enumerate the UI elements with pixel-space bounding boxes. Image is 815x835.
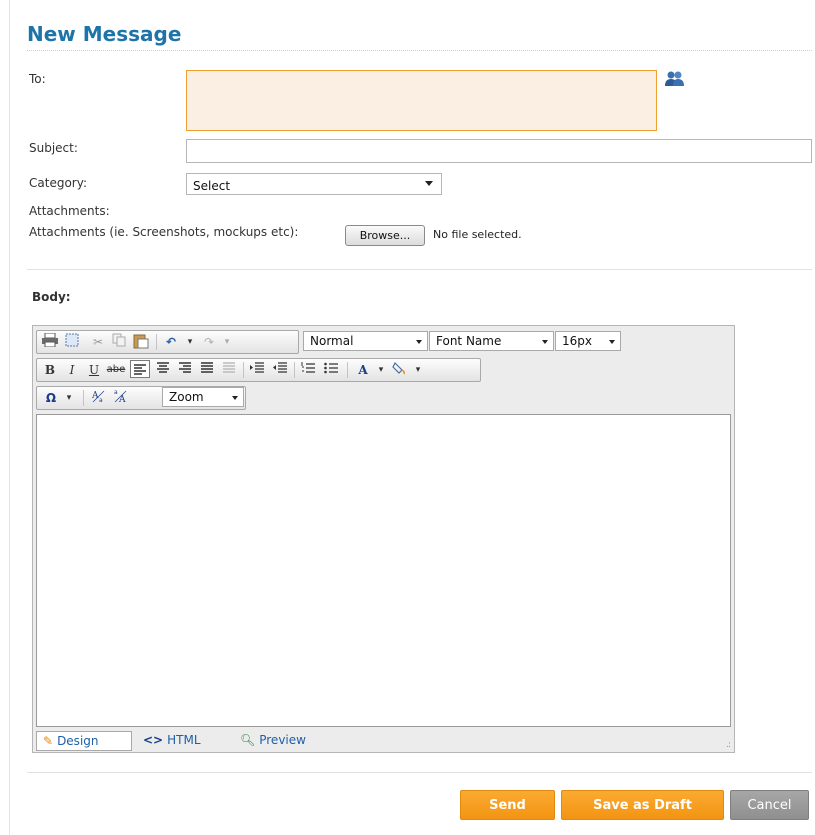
indent-icon[interactable] [247, 361, 267, 379]
tab-html-label: HTML [167, 733, 201, 747]
tab-preview-label: Preview [259, 733, 306, 747]
left-border [9, 0, 10, 835]
title-divider [27, 50, 812, 51]
chevron-down-icon [232, 396, 238, 400]
editor-mode-bar: ✎ Design <> HTML 🔍︎ Preview .: [33, 727, 734, 753]
tab-preview[interactable]: 🔍︎ Preview [234, 731, 326, 751]
cut-icon[interactable]: ✂ [88, 333, 108, 351]
category-label: Category: [29, 176, 87, 190]
align-right-icon[interactable] [175, 361, 195, 379]
numbered-list-icon[interactable] [298, 361, 318, 379]
to-field[interactable] [186, 70, 657, 131]
font-color-button[interactable]: A [353, 361, 373, 379]
code-icon: <> [143, 733, 164, 747]
redo-dropdown-icon[interactable]: ▾ [217, 333, 237, 351]
format-dropdown[interactable]: Normal [303, 331, 428, 351]
font-name-dropdown[interactable]: Font Name [429, 331, 554, 351]
category-selected-value: Select [193, 179, 231, 193]
rich-text-editor: ✂ ↶ ▾ ↷ ▾ Normal Font Name 16px B I U ab… [32, 325, 735, 753]
attachments-label: Attachments: [29, 204, 110, 218]
subject-input[interactable] [186, 139, 812, 163]
preview-magnifier-icon: 🔍︎ [240, 733, 256, 747]
redo-icon[interactable]: ↷ [199, 333, 219, 351]
tab-design-label: Design [57, 734, 99, 748]
undo-icon[interactable]: ↶ [161, 333, 181, 351]
pencil-icon: ✎ [43, 734, 54, 748]
special-character-dropdown-icon[interactable]: ▾ [59, 389, 79, 407]
category-select[interactable]: Select [186, 173, 442, 195]
paste-icon[interactable] [131, 333, 151, 351]
chevron-down-icon [542, 340, 548, 344]
print-icon[interactable] [40, 332, 60, 351]
body-label: Body: [32, 290, 71, 304]
outdent-icon[interactable] [270, 361, 290, 379]
svg-text:a: a [99, 397, 103, 403]
footer-divider [27, 772, 812, 773]
file-status: No file selected. [433, 228, 522, 241]
font-color-dropdown-icon[interactable]: ▾ [371, 361, 391, 379]
font-name-dropdown-value: Font Name [436, 334, 502, 348]
to-label: To: [29, 72, 46, 86]
copy-icon[interactable] [109, 333, 129, 351]
superscript-icon[interactable]: aA [111, 389, 131, 407]
select-all-icon[interactable] [62, 333, 82, 351]
chevron-down-icon [425, 181, 433, 186]
align-left-icon[interactable] [130, 360, 150, 378]
save-draft-button[interactable]: Save as Draft [561, 790, 724, 820]
send-button[interactable]: Send [460, 790, 555, 820]
toolbar-row-1: ✂ ↶ ▾ ↷ ▾ [36, 330, 299, 354]
chevron-down-icon [609, 340, 615, 344]
zoom-dropdown[interactable]: Zoom [162, 387, 244, 407]
zoom-dropdown-value: Zoom [169, 390, 204, 404]
page-title: New Message [27, 22, 182, 46]
subject-label: Subject: [29, 141, 78, 155]
align-center-icon[interactable] [153, 361, 173, 379]
chevron-down-icon [416, 340, 422, 344]
background-color-dropdown-icon[interactable]: ▾ [408, 361, 428, 379]
format-dropdown-value: Normal [310, 334, 354, 348]
subscript-icon[interactable]: Aa [89, 389, 109, 407]
cancel-button[interactable]: Cancel [730, 790, 809, 820]
browse-button[interactable]: Browse... [345, 225, 425, 246]
align-none-icon[interactable] [219, 361, 239, 379]
resize-grip-icon[interactable]: .: [726, 740, 731, 750]
bold-button[interactable]: B [40, 361, 60, 379]
tab-html[interactable]: <> HTML [137, 731, 217, 751]
toolbar-row-2: B I U abe A ▾ ▾ [36, 358, 481, 382]
editor-content-area[interactable] [36, 414, 731, 727]
font-size-dropdown-value: 16px [562, 334, 592, 348]
justify-icon[interactable] [197, 361, 217, 379]
background-color-icon[interactable] [389, 361, 409, 379]
svg-text:a: a [114, 389, 118, 396]
special-character-button[interactable]: Ω [41, 389, 61, 407]
svg-text:A: A [118, 395, 126, 403]
bullet-list-icon[interactable] [321, 361, 341, 379]
font-size-dropdown[interactable]: 16px [555, 331, 621, 351]
svg-text:A: A [91, 391, 99, 401]
strikethrough-button[interactable]: abe [106, 361, 126, 379]
underline-button[interactable]: U [84, 361, 104, 379]
tab-design[interactable]: ✎ Design [36, 731, 132, 751]
undo-dropdown-icon[interactable]: ▾ [180, 333, 200, 351]
italic-button[interactable]: I [62, 361, 82, 379]
section-divider [27, 269, 812, 270]
attachments-hint: Attachments (ie. Screenshots, mockups et… [29, 225, 299, 239]
contacts-icon[interactable] [665, 70, 685, 88]
